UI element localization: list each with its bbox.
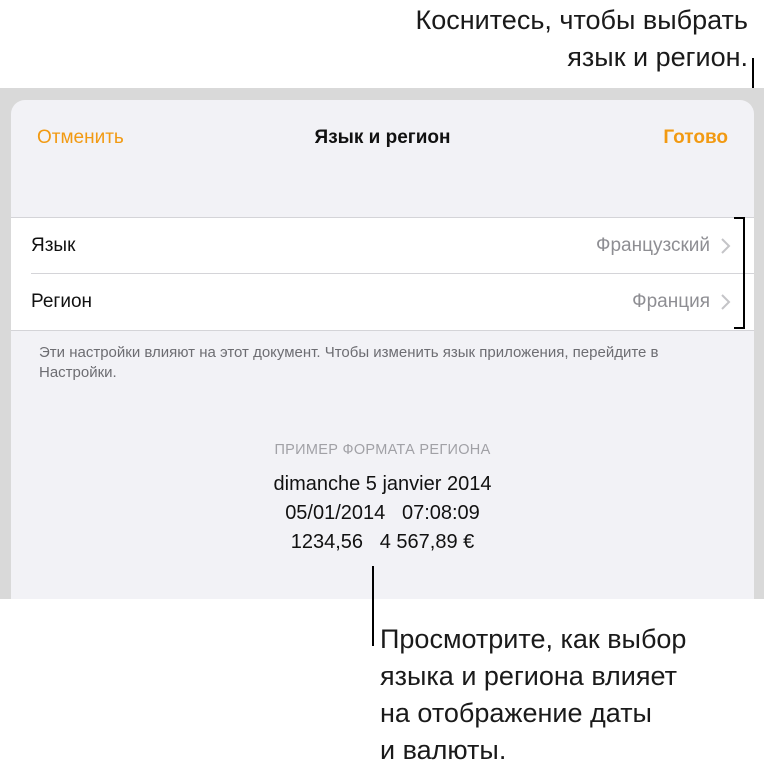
region-format-header: ПРИМЕР ФОРМАТА РЕГИОНА: [274, 442, 491, 458]
chevron-right-icon: [721, 294, 731, 310]
settings-footnote: Эти настройки влияют на этот документ. Ч…: [39, 344, 659, 381]
settings-group: Язык Французский Регион Франция: [11, 217, 754, 331]
app-screen: Отменить Язык и регион Готово Язык Франц…: [0, 88, 764, 599]
sample-date-time: 05/01/2014 07:08:09: [285, 502, 480, 524]
chevron-right-icon: [721, 238, 731, 254]
bracket-bottom: [734, 327, 745, 329]
region-format-example: ПРИМЕР ФОРМАТА РЕГИОНА dimanche 5 janvie…: [11, 442, 754, 557]
region-label: Регион: [31, 291, 93, 312]
callout-line-bottom-vertical: [372, 566, 374, 646]
callout-line: Просмотрите, как выбор: [380, 624, 687, 654]
callout-preview-format: Просмотрите, как выбор языка и региона в…: [380, 621, 760, 769]
bracket-vertical: [743, 217, 745, 329]
sample-long-date: dimanche 5 janvier 2014: [273, 473, 492, 495]
callout-line: языка и региона влияет: [380, 661, 677, 691]
navigation-bar: Отменить Язык и регион Готово: [11, 100, 754, 180]
callout-line: на отображение даты: [380, 698, 652, 728]
language-region-sheet: Отменить Язык и регион Готово Язык Франц…: [11, 100, 754, 599]
callout-line: и валюты.: [380, 735, 507, 765]
callout-line: язык и регион.: [567, 42, 748, 72]
callout-line: Коснитесь, чтобы выбрать: [415, 5, 749, 35]
callout-select-language-region: Коснитесь, чтобы выбрать язык и регион.: [328, 2, 749, 76]
language-label: Язык: [31, 235, 76, 256]
page-title: Язык и регион: [314, 127, 451, 148]
region-value: Франция: [632, 291, 710, 312]
region-row[interactable]: Регион Франция: [11, 274, 754, 330]
language-value: Французский: [596, 235, 710, 256]
sample-numbers: 1234,56 4 567,89 €: [290, 531, 475, 553]
done-button[interactable]: Готово: [663, 127, 728, 149]
language-row[interactable]: Язык Французский: [11, 218, 754, 274]
